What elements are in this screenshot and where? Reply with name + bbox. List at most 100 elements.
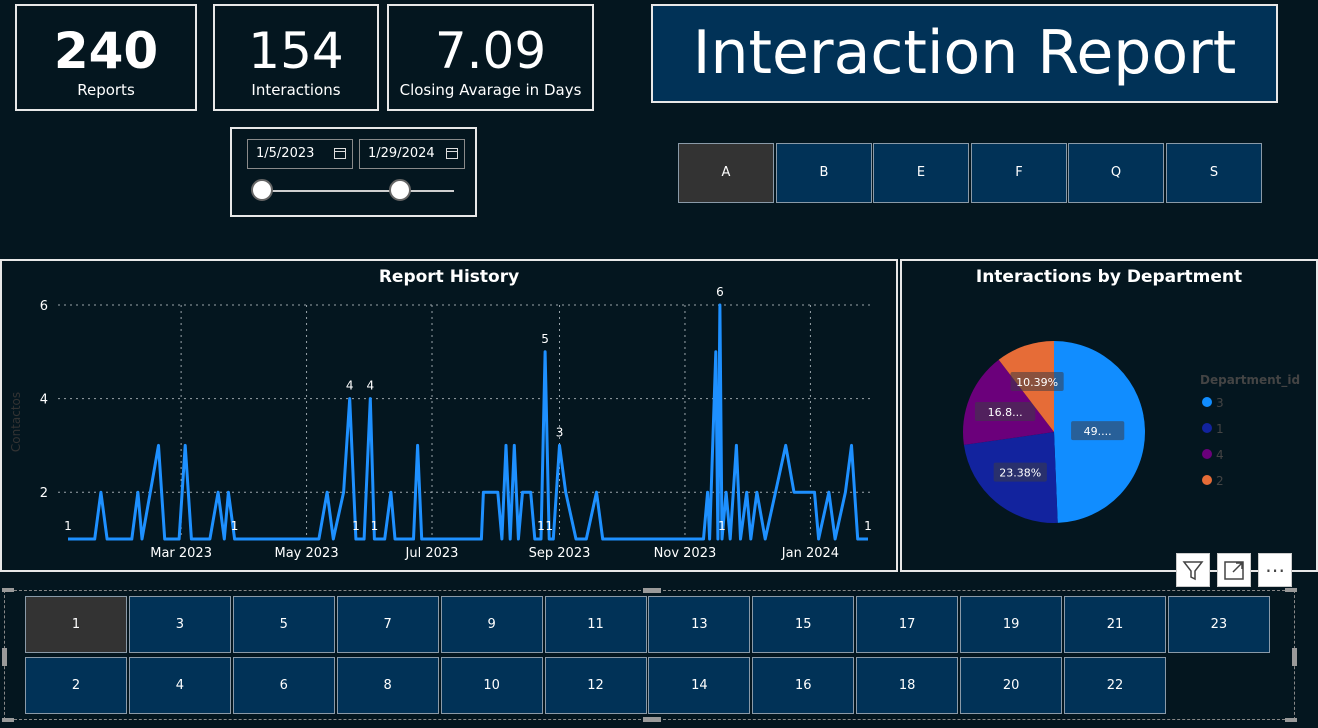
data-label: 1 <box>718 519 726 533</box>
pie-data-label: 10.39% <box>1016 376 1058 389</box>
y-tick-label: 6 <box>40 299 48 314</box>
resize-handle[interactable] <box>1285 588 1297 592</box>
resize-handle[interactable] <box>643 717 661 722</box>
date-range-slicer: 1/5/2023 1/29/2024 <box>230 127 477 217</box>
date-slider-end-handle[interactable] <box>389 179 411 201</box>
x-tick-label: Sep 2023 <box>529 546 591 561</box>
report-title-banner: Interaction Report <box>651 4 1278 103</box>
data-label: 1 <box>864 519 872 533</box>
data-label: 1 <box>64 519 72 533</box>
kpi-value: 154 <box>248 22 344 80</box>
data-label: 3 <box>556 425 564 439</box>
legend-marker <box>1202 397 1212 407</box>
pie-data-label: 23.38% <box>999 467 1041 480</box>
page-title: Interaction Report <box>692 18 1237 88</box>
x-tick-label: Jul 2023 <box>405 546 459 561</box>
number-button-7[interactable]: 7 <box>336 596 439 653</box>
filter-button[interactable] <box>1176 553 1210 587</box>
number-button-20[interactable]: 20 <box>960 657 1063 714</box>
end-date-value: 1/29/2024 <box>368 146 435 161</box>
segment-button-f[interactable]: F <box>971 143 1067 203</box>
legend-label: 1 <box>1216 422 1224 436</box>
segment-button-s[interactable]: S <box>1166 143 1262 203</box>
series-line <box>68 303 868 541</box>
data-label: 1 <box>231 519 239 533</box>
number-button-11[interactable]: 11 <box>544 596 647 653</box>
y-axis-label: Contactos <box>9 392 23 452</box>
more-options-button[interactable]: ⋯ <box>1258 553 1292 587</box>
calendar-icon[interactable] <box>446 148 458 159</box>
number-button-21[interactable]: 21 <box>1064 596 1166 653</box>
more-options-icon: ⋯ <box>1265 558 1285 582</box>
x-tick-label: May 2023 <box>275 546 339 561</box>
segment-button-a[interactable]: A <box>678 143 774 203</box>
report-history-panel: Report History 2 4 6 Mar 2023 May 2023 Jul 20… <box>0 259 898 572</box>
pie-data-label: 16.8... <box>988 406 1023 419</box>
data-label: 6 <box>716 285 724 299</box>
number-button-2[interactable]: 2 <box>25 657 127 714</box>
department-pie-chart: 49.... 23.38% 16.8... 10.39% Department_id 3 1… <box>963 341 1300 523</box>
end-date-field[interactable]: 1/29/2024 <box>359 139 465 169</box>
number-button-3[interactable]: 3 <box>128 596 231 653</box>
segment-button-e[interactable]: E <box>873 143 969 203</box>
number-button-22[interactable]: 22 <box>1064 657 1166 714</box>
y-tick-label: 4 <box>40 393 48 408</box>
date-slider-track[interactable] <box>262 190 454 192</box>
resize-handle[interactable] <box>2 718 14 722</box>
data-label: 4 <box>366 379 374 393</box>
x-tick-label: Mar 2023 <box>150 546 212 561</box>
data-label: 5 <box>541 332 549 346</box>
kpi-value: 240 <box>53 22 159 80</box>
number-button-12[interactable]: 12 <box>544 657 647 714</box>
pie-data-label: 49.... <box>1084 425 1112 438</box>
resize-handle[interactable] <box>1292 648 1297 666</box>
data-label: 1 <box>371 519 379 533</box>
number-button-10[interactable]: 10 <box>440 657 543 714</box>
number-button-14[interactable]: 14 <box>648 657 751 714</box>
number-button-15[interactable]: 15 <box>752 596 855 653</box>
legend-title: Department_id <box>1200 373 1300 388</box>
date-slider-start-handle[interactable] <box>251 179 273 201</box>
x-tick-label: Jan 2024 <box>781 546 839 561</box>
kpi-card-reports: 240 Reports <box>15 4 197 111</box>
legend-marker <box>1202 449 1212 459</box>
number-button-6[interactable]: 6 <box>232 657 335 714</box>
segment-button-q[interactable]: Q <box>1068 143 1164 203</box>
legend-marker <box>1202 475 1212 485</box>
calendar-icon[interactable] <box>334 148 346 159</box>
resize-handle[interactable] <box>1285 718 1297 722</box>
legend-label: 4 <box>1216 448 1224 462</box>
start-date-field[interactable]: 1/5/2023 <box>247 139 353 169</box>
start-date-value: 1/5/2023 <box>256 146 315 161</box>
resize-handle[interactable] <box>2 648 7 666</box>
data-label: 1 <box>537 519 545 533</box>
x-tick-label: Nov 2023 <box>654 546 717 561</box>
kpi-value: 7.09 <box>434 22 547 80</box>
resize-handle[interactable] <box>2 588 14 592</box>
number-button-4[interactable]: 4 <box>128 657 231 714</box>
focus-mode-button[interactable] <box>1217 553 1251 587</box>
data-label: 1 <box>352 519 360 533</box>
number-button-5[interactable]: 5 <box>232 596 335 653</box>
y-tick-label: 2 <box>40 486 48 501</box>
kpi-label: Interactions <box>251 81 341 99</box>
legend-marker <box>1202 423 1212 433</box>
legend-label: 2 <box>1216 474 1224 488</box>
number-button-17[interactable]: 17 <box>856 596 959 653</box>
number-button-1[interactable]: 1 <box>25 596 127 653</box>
resize-handle[interactable] <box>643 588 661 593</box>
number-button-18[interactable]: 18 <box>856 657 959 714</box>
kpi-card-interactions: 154 Interactions <box>213 4 379 111</box>
report-history-chart: 2 4 6 Mar 2023 May 2023 Jul 2023 Sep 2023 Nov 2… <box>9 285 874 561</box>
segment-button-b[interactable]: B <box>776 143 872 203</box>
data-label: 4 <box>346 379 354 393</box>
data-label: 1 <box>545 519 553 533</box>
number-button-9[interactable]: 9 <box>440 596 543 653</box>
number-button-8[interactable]: 8 <box>336 657 439 714</box>
number-button-19[interactable]: 19 <box>960 596 1063 653</box>
interactions-by-department-panel: Interactions by Department 49.... 23.38% 1… <box>900 259 1318 572</box>
number-button-23[interactable]: 23 <box>1167 596 1270 653</box>
number-button-16[interactable]: 16 <box>752 657 855 714</box>
expand-icon <box>1224 561 1244 580</box>
number-button-13[interactable]: 13 <box>648 596 751 653</box>
